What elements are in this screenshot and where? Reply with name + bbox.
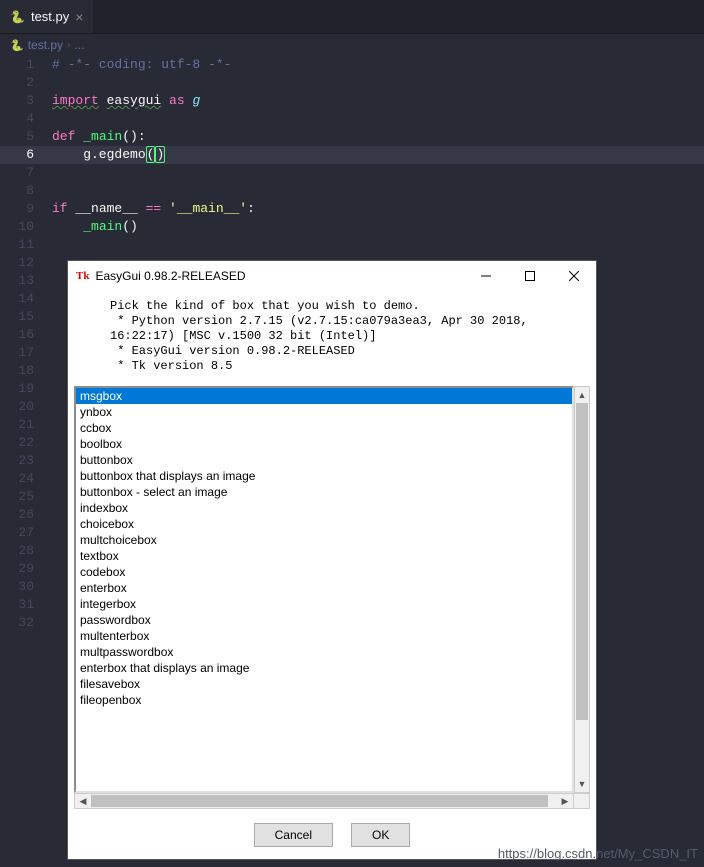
- list-item[interactable]: passwordbox: [76, 612, 572, 628]
- line-number: 22: [0, 434, 52, 452]
- line-number: 12: [0, 254, 52, 272]
- tab-bar: 🐍 test.py ×: [0, 0, 704, 34]
- dialog-message: Pick the kind of box that you wish to de…: [68, 291, 596, 386]
- code-line[interactable]: 1# -*- coding: utf-8 -*-: [0, 56, 704, 74]
- line-number: 5: [0, 128, 52, 146]
- list-item[interactable]: boolbox: [76, 436, 572, 452]
- list-item[interactable]: codebox: [76, 564, 572, 580]
- line-number: 32: [0, 614, 52, 632]
- line-number: 20: [0, 398, 52, 416]
- list-item[interactable]: msgbox: [76, 388, 572, 404]
- scroll-thumb[interactable]: [576, 403, 588, 720]
- list-item[interactable]: choicebox: [76, 516, 572, 532]
- chevron-right-icon: ›: [67, 40, 70, 51]
- line-number: 27: [0, 524, 52, 542]
- line-number: 31: [0, 596, 52, 614]
- breadcrumb-file[interactable]: test.py: [28, 38, 63, 52]
- code-line[interactable]: 5def _main():: [0, 128, 704, 146]
- line-number: 24: [0, 470, 52, 488]
- line-number: 1: [0, 56, 52, 74]
- python-icon: 🐍: [10, 39, 24, 52]
- list-item[interactable]: ynbox: [76, 404, 572, 420]
- list-item[interactable]: indexbox: [76, 500, 572, 516]
- list-item[interactable]: filesavebox: [76, 676, 572, 692]
- line-number: 3: [0, 92, 52, 110]
- easygui-dialog: Tk EasyGui 0.98.2-RELEASED Pick the kind…: [67, 260, 597, 860]
- code-line[interactable]: 6 g.egdemo(): [0, 146, 704, 164]
- dialog-titlebar[interactable]: Tk EasyGui 0.98.2-RELEASED: [68, 261, 596, 291]
- dialog-title: EasyGui 0.98.2-RELEASED: [95, 269, 464, 283]
- close-icon[interactable]: ×: [75, 9, 83, 25]
- line-number: 29: [0, 560, 52, 578]
- line-number: 14: [0, 290, 52, 308]
- code-line[interactable]: 3import easygui as g: [0, 92, 704, 110]
- close-button[interactable]: [552, 261, 596, 291]
- code-line[interactable]: 11: [0, 236, 704, 254]
- line-number: 28: [0, 542, 52, 560]
- list-item[interactable]: multenterbox: [76, 628, 572, 644]
- minimize-button[interactable]: [464, 261, 508, 291]
- list-item[interactable]: buttonbox: [76, 452, 572, 468]
- line-number: 16: [0, 326, 52, 344]
- line-number: 21: [0, 416, 52, 434]
- line-number: 30: [0, 578, 52, 596]
- line-number: 15: [0, 308, 52, 326]
- tab-filename: test.py: [31, 9, 69, 24]
- line-number: 26: [0, 506, 52, 524]
- code-line[interactable]: 8: [0, 182, 704, 200]
- list-item[interactable]: buttonbox - select an image: [76, 484, 572, 500]
- vertical-scrollbar[interactable]: ▲ ▼: [574, 386, 590, 793]
- horizontal-scrollbar[interactable]: ◀ ▶: [74, 793, 574, 809]
- breadcrumb-more[interactable]: ...: [74, 38, 84, 52]
- code-line[interactable]: 7: [0, 164, 704, 182]
- code-line[interactable]: 2: [0, 74, 704, 92]
- line-number: 7: [0, 164, 52, 182]
- list-item[interactable]: integerbox: [76, 596, 572, 612]
- code-line[interactable]: 4: [0, 110, 704, 128]
- line-number: 8: [0, 182, 52, 200]
- list-item[interactable]: textbox: [76, 548, 572, 564]
- line-number: 11: [0, 236, 52, 254]
- list-item[interactable]: fileopenbox: [76, 692, 572, 708]
- line-number: 19: [0, 380, 52, 398]
- list-item[interactable]: buttonbox that displays an image: [76, 468, 572, 484]
- scroll-right-icon[interactable]: ▶: [557, 796, 573, 807]
- list-item[interactable]: enterbox: [76, 580, 572, 596]
- file-tab[interactable]: 🐍 test.py ×: [0, 0, 93, 33]
- watermark: https://blog.csdn.net/My_CSDN_IT: [498, 846, 698, 861]
- line-number: 10: [0, 218, 52, 236]
- scroll-down-icon[interactable]: ▼: [575, 776, 589, 792]
- scroll-up-icon[interactable]: ▲: [575, 387, 589, 403]
- choice-listbox[interactable]: msgboxynboxccboxboolboxbuttonboxbuttonbo…: [74, 386, 574, 793]
- list-item[interactable]: multpasswordbox: [76, 644, 572, 660]
- line-number: 18: [0, 362, 52, 380]
- line-number: 17: [0, 344, 52, 362]
- list-item[interactable]: ccbox: [76, 420, 572, 436]
- list-item[interactable]: enterbox that displays an image: [76, 660, 572, 676]
- breadcrumb: 🐍 test.py › ...: [0, 34, 704, 56]
- ok-button[interactable]: OK: [351, 823, 410, 847]
- line-number: 13: [0, 272, 52, 290]
- scroll-left-icon[interactable]: ◀: [75, 796, 91, 807]
- line-number: 25: [0, 488, 52, 506]
- list-item[interactable]: multchoicebox: [76, 532, 572, 548]
- line-number: 4: [0, 110, 52, 128]
- line-number: 6: [0, 146, 52, 164]
- maximize-button[interactable]: [508, 261, 552, 291]
- line-number: 2: [0, 74, 52, 92]
- line-number: 9: [0, 200, 52, 218]
- python-icon: 🐍: [10, 10, 25, 24]
- line-number: 23: [0, 452, 52, 470]
- hscroll-thumb[interactable]: [91, 795, 548, 807]
- cancel-button[interactable]: Cancel: [254, 823, 333, 847]
- code-line[interactable]: 9if __name__ == '__main__':: [0, 200, 704, 218]
- tk-icon: Tk: [76, 270, 89, 282]
- code-line[interactable]: 10 _main(): [0, 218, 704, 236]
